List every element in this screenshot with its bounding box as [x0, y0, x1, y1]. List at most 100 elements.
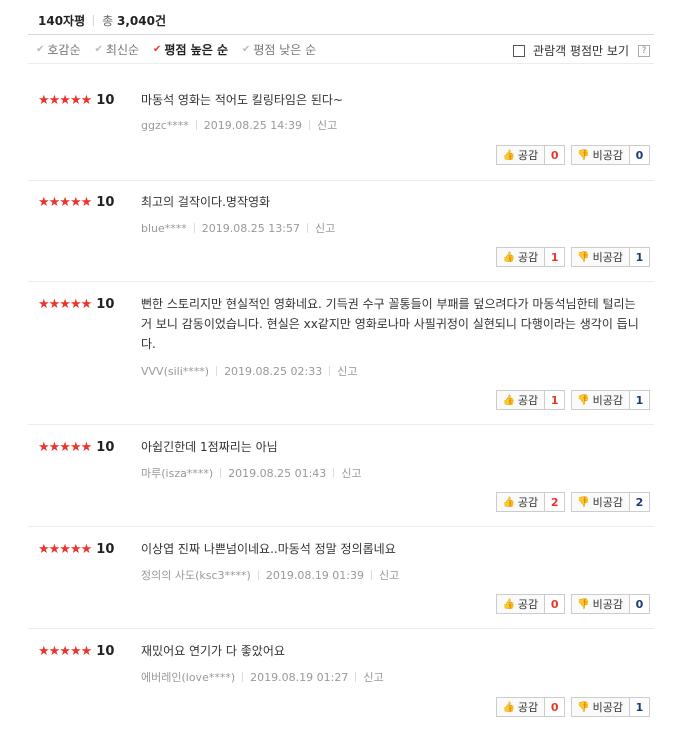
sort-label: 호감순 — [47, 42, 81, 57]
like-button[interactable]: 👍 공감 — [496, 697, 546, 717]
star-rating: ★★★★★ 10 — [38, 194, 114, 210]
dislike-count: 0 — [630, 145, 650, 165]
report-link[interactable]: 신고 — [337, 363, 357, 379]
star-rating: ★★★★★ 10 — [38, 92, 114, 108]
thumbs-down-icon: 👎 — [577, 251, 590, 263]
vote-buttons: 👍 공감 1 👎 비공감 1 — [496, 390, 650, 410]
star-rating: ★★★★★ 10 — [38, 439, 114, 455]
review-text: 최고의 걸작이다.명작영화 — [141, 195, 271, 209]
dislike-count: 1 — [630, 390, 650, 410]
meta-divider — [308, 120, 310, 130]
page-title: 140자평 — [38, 13, 86, 28]
meta-divider — [193, 223, 195, 233]
user-name[interactable]: 에버레인(love****) — [141, 669, 235, 685]
user-name[interactable]: ggzc**** — [141, 119, 189, 132]
meta-divider — [257, 570, 259, 580]
report-link[interactable]: 신고 — [315, 220, 335, 236]
dislike-label: 비공감 — [592, 251, 623, 264]
sort-rating-high[interactable]: ✔ 평점 높은 순 — [153, 41, 228, 58]
vote-buttons: 👍 공감 2 👎 비공감 2 — [496, 492, 650, 512]
like-count: 0 — [545, 145, 566, 165]
meta-divider — [242, 672, 244, 682]
user-name[interactable]: VVV(sili****) — [141, 365, 209, 378]
sort-latest[interactable]: ✔ 최신순 — [95, 41, 140, 58]
total-prefix: 총 — [102, 13, 114, 28]
audience-only-label[interactable]: 관람객 평점만 보기 — [533, 42, 629, 59]
review-text: 마동석 영화는 적어도 킬링타임은 된다~ — [141, 93, 343, 107]
dislike-label: 비공감 — [592, 598, 623, 611]
vote-buttons: 👍 공감 0 👎 비공감 0 — [496, 145, 650, 165]
thumbs-up-icon: 👍 — [502, 251, 515, 263]
sort-label: 최신순 — [105, 42, 140, 57]
user-name[interactable]: 정의의 사도(ksc3****) — [141, 567, 251, 583]
dislike-button[interactable]: 👎 비공감 — [571, 594, 630, 614]
total-value: 3,040건 — [117, 13, 167, 28]
dislike-button[interactable]: 👎 비공감 — [571, 145, 630, 165]
audience-only-checkbox[interactable] — [513, 44, 526, 57]
like-button[interactable]: 👍 공감 — [496, 247, 546, 267]
like-label: 공감 — [517, 598, 539, 611]
help-icon[interactable]: ? — [638, 44, 650, 57]
star-icon: ★★★★★ — [38, 92, 92, 108]
vote-buttons: 👍 공감 0 👎 비공감 1 — [496, 697, 650, 717]
check-icon: ✔ — [36, 43, 45, 55]
meta-divider — [371, 570, 373, 580]
thumbs-down-icon: 👎 — [577, 394, 590, 406]
dislike-button[interactable]: 👎 비공감 — [571, 390, 630, 410]
dislike-count: 1 — [630, 247, 650, 267]
sort-rating-low[interactable]: ✔ 평점 낮은 순 — [242, 41, 316, 58]
review-date: 2019.08.25 01:43 — [228, 466, 327, 480]
dislike-button[interactable]: 👎 비공감 — [571, 492, 630, 512]
dislike-label: 비공감 — [592, 496, 623, 509]
meta-divider — [333, 468, 335, 478]
review-date: 2019.08.25 02:33 — [224, 364, 323, 378]
dislike-label: 비공감 — [592, 701, 623, 714]
star-icon: ★★★★★ — [38, 541, 92, 557]
like-count: 1 — [545, 390, 566, 410]
like-button[interactable]: 👍 공감 — [496, 145, 546, 165]
star-icon: ★★★★★ — [38, 439, 92, 455]
star-rating: ★★★★★ 10 — [38, 541, 114, 557]
user-name[interactable]: 마루(isza****) — [141, 465, 213, 481]
thumbs-down-icon: 👎 — [577, 701, 590, 713]
review-meta: 정의의 사도(ksc3****) 2019.08.19 01:39 신고 — [141, 567, 399, 583]
meta-divider — [195, 120, 197, 130]
review-date: 2019.08.25 14:39 — [203, 118, 302, 132]
score: 10 — [96, 92, 115, 108]
score: 10 — [96, 541, 115, 557]
review-text: 아쉽긴한데 1점짜리는 아님 — [141, 440, 278, 454]
sort-label: 평점 낮은 순 — [253, 42, 317, 57]
vote-buttons: 👍 공감 0 👎 비공감 0 — [496, 594, 650, 614]
review-text: 재밌어요 연기가 다 좋았어요 — [141, 644, 285, 658]
dislike-button[interactable]: 👎 비공감 — [571, 247, 630, 267]
star-rating: ★★★★★ 10 — [38, 296, 114, 312]
thumbs-up-icon: 👍 — [502, 149, 515, 161]
thumbs-down-icon: 👎 — [577, 149, 590, 161]
thumbs-up-icon: 👍 — [502, 598, 515, 610]
review-item: ★★★★★ 10 재밌어요 연기가 다 좋았어요 에버레인(love****) 20… — [28, 641, 654, 727]
user-name[interactable]: blue**** — [141, 222, 187, 235]
sort-likes[interactable]: ✔ 호감순 — [36, 41, 81, 58]
vote-buttons: 👍 공감 1 👎 비공감 1 — [496, 247, 650, 267]
meta-divider — [306, 223, 308, 233]
review-date: 2019.08.19 01:27 — [250, 670, 349, 684]
sort-label: 평점 높은 순 — [164, 42, 228, 57]
thumbs-down-icon: 👎 — [577, 496, 590, 508]
dislike-count: 0 — [630, 594, 650, 614]
meta-divider — [329, 366, 331, 376]
like-button[interactable]: 👍 공감 — [496, 390, 546, 410]
dislike-count: 2 — [630, 492, 650, 512]
like-button[interactable]: 👍 공감 — [496, 492, 546, 512]
review-item: ★★★★★ 10 아쉽긴한데 1점짜리는 아님 마루(isza****) 2019.… — [28, 437, 654, 527]
review-item: ★★★★★ 10 최고의 걸작이다.명작영화 blue**** 2019.08.25… — [28, 192, 654, 282]
like-button[interactable]: 👍 공감 — [496, 594, 546, 614]
report-link[interactable]: 신고 — [379, 567, 399, 583]
star-rating: ★★★★★ 10 — [38, 643, 114, 659]
dislike-button[interactable]: 👎 비공감 — [571, 697, 630, 717]
review-meta: ggzc**** 2019.08.25 14:39 신고 — [141, 117, 337, 133]
report-link[interactable]: 신고 — [363, 669, 383, 685]
like-label: 공감 — [517, 251, 539, 264]
check-icon: ✔ — [153, 43, 162, 55]
report-link[interactable]: 신고 — [317, 117, 337, 133]
report-link[interactable]: 신고 — [341, 465, 361, 481]
